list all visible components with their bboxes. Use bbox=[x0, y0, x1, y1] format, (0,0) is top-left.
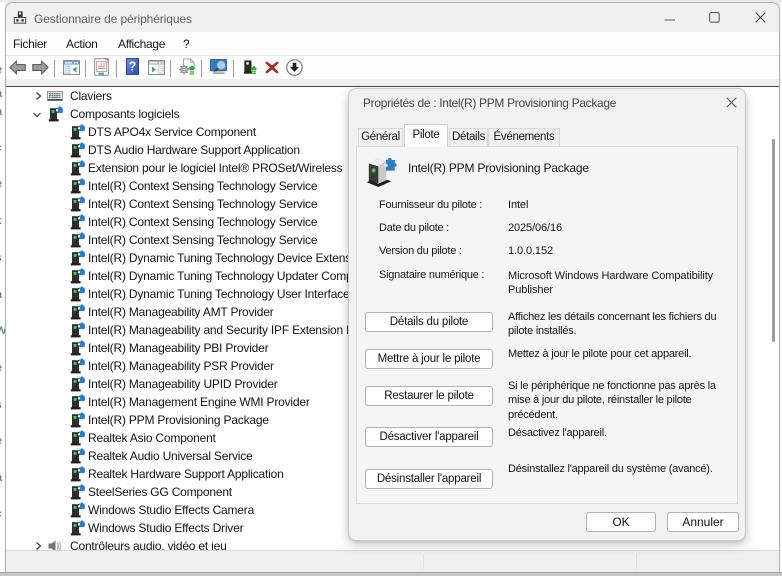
svg-text:?: ? bbox=[129, 60, 137, 74]
